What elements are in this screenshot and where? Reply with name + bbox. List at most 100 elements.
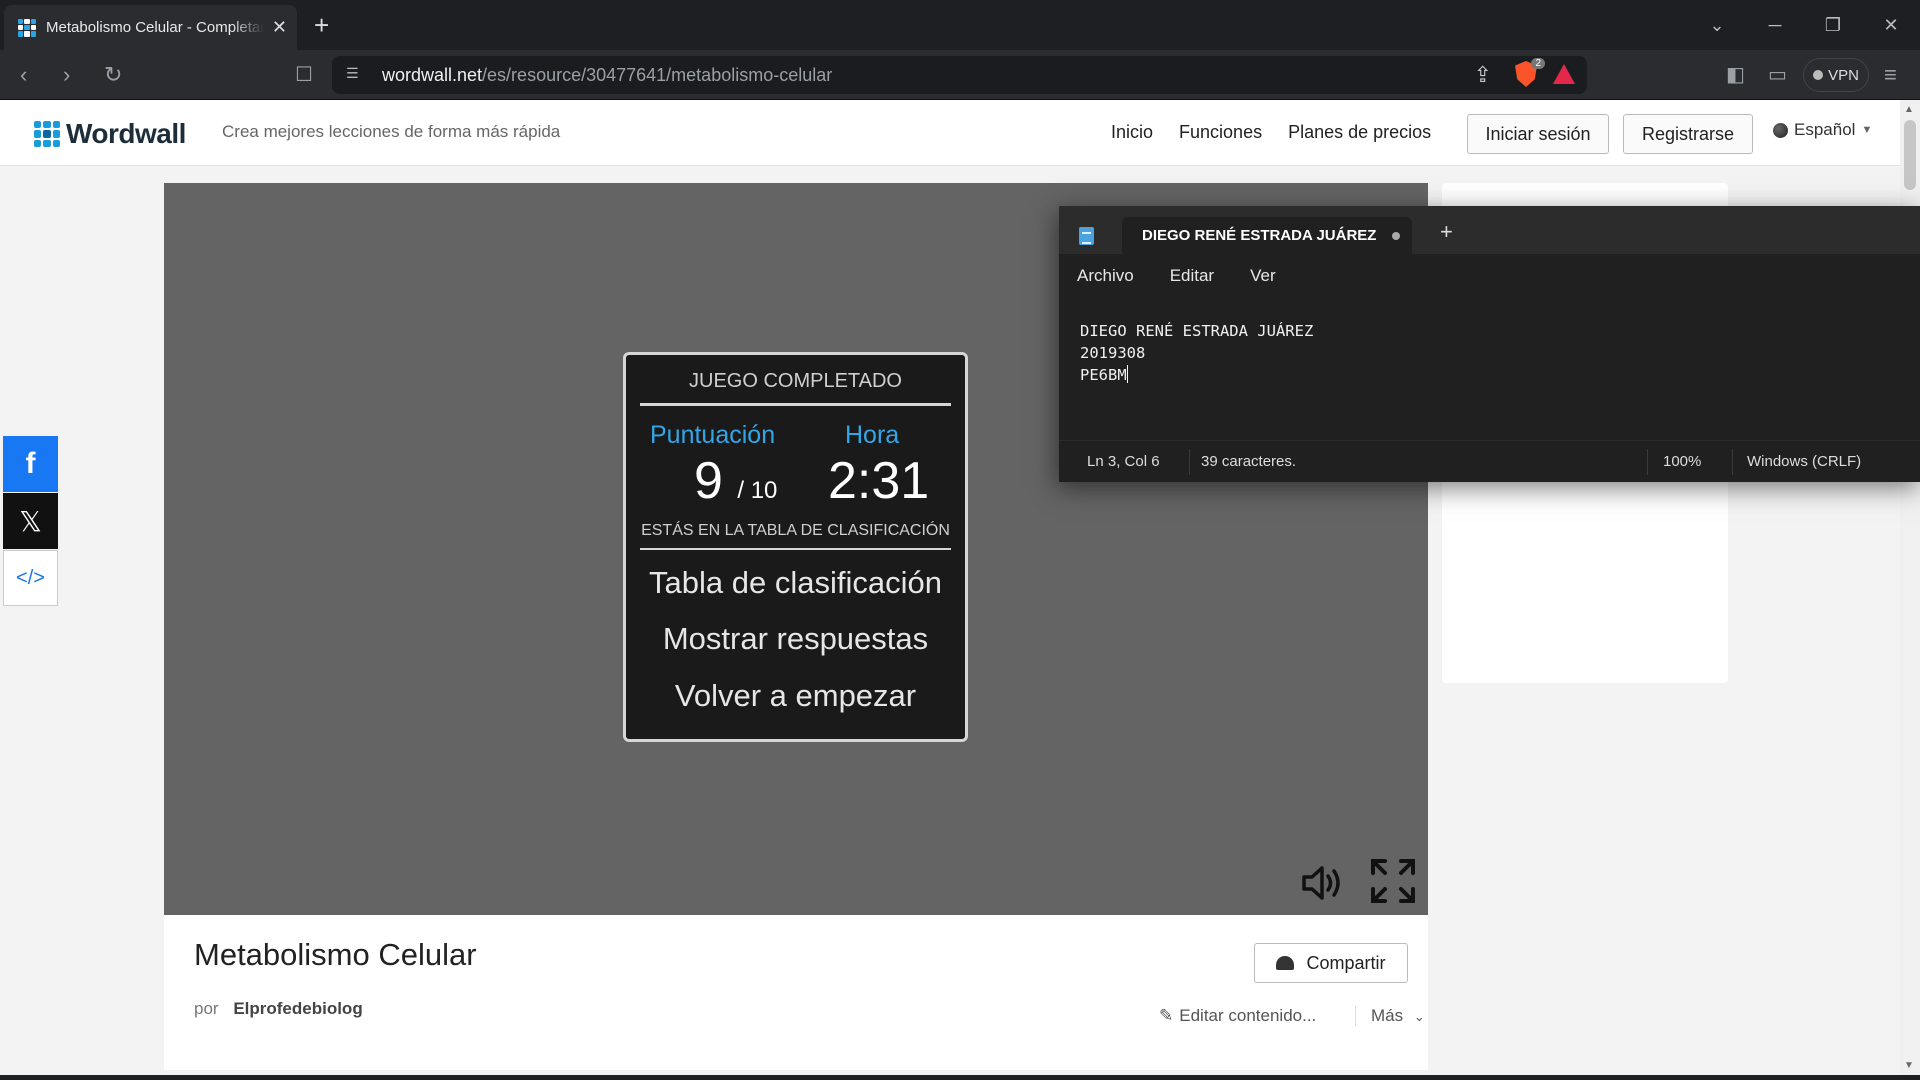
- url-path: /es/resource/30477641/metabolismo-celula…: [482, 64, 833, 85]
- text-line: DIEGO RENÉ ESTRADA JUÁREZ: [1080, 322, 1314, 340]
- login-button[interactable]: Iniciar sesión: [1467, 114, 1609, 154]
- notepad-menu-bar: Archivo Editar Ver: [1077, 266, 1276, 286]
- activity-info-card: Metabolismo Celular por Elprofedebiolog …: [164, 915, 1428, 1070]
- site-info-icon[interactable]: ☰: [346, 65, 366, 85]
- pencil-icon: ✎: [1159, 1006, 1174, 1025]
- unsaved-dot-icon[interactable]: [1392, 232, 1400, 240]
- facebook-icon: f: [25, 447, 36, 480]
- brave-rewards-icon[interactable]: [1553, 64, 1575, 84]
- text-caret: [1126, 365, 1128, 383]
- score-number: 9: [694, 452, 723, 510]
- notepad-tab[interactable]: DIEGO RENÉ ESTRADA JUÁREZ: [1122, 217, 1412, 254]
- notepad-window: DIEGO RENÉ ESTRADA JUÁREZ + Archivo Edit…: [1059, 206, 1920, 482]
- scroll-up-icon[interactable]: ▲: [1904, 104, 1914, 115]
- edit-label: Editar contenido...: [1179, 1006, 1317, 1025]
- score-label: Puntuación: [650, 421, 776, 449]
- restore-icon[interactable]: ❐: [1804, 15, 1862, 36]
- share-label: Compartir: [1306, 952, 1386, 973]
- back-icon[interactable]: ‹: [20, 62, 27, 88]
- menu-archivo[interactable]: Archivo: [1077, 266, 1134, 286]
- browser-toolbar: ‹ › ↻ ☐ ☰ wordwall.net /es/resource/3047…: [0, 50, 1920, 100]
- vpn-status-icon: [1813, 70, 1824, 80]
- time-label: Hora: [845, 421, 900, 449]
- status-line-ending[interactable]: Windows (CRLF): [1747, 453, 1861, 470]
- more-menu[interactable]: Más ⌄: [1355, 1006, 1425, 1026]
- x-share-button[interactable]: 𝕏: [3, 493, 58, 549]
- window-controls: ⌄ ─ ❐ ✕: [1688, 0, 1920, 50]
- wordwall-favicon-icon: [18, 18, 36, 37]
- nav-inicio[interactable]: Inicio: [1111, 122, 1153, 143]
- close-window-icon[interactable]: ✕: [1862, 15, 1920, 36]
- text-line-content: PE6BM: [1080, 366, 1127, 384]
- notepad-status-bar: Ln 3, Col 6 39 caracteres. 100% Windows …: [1059, 440, 1920, 482]
- menu-icon[interactable]: ≡: [1884, 62, 1897, 88]
- embed-icon: </>: [16, 566, 45, 589]
- vpn-button[interactable]: VPN: [1803, 58, 1869, 92]
- x-icon: 𝕏: [19, 505, 42, 537]
- reload-icon[interactable]: ↻: [104, 62, 122, 88]
- language-label: Español: [1794, 120, 1856, 139]
- status-zoom[interactable]: 100%: [1663, 453, 1701, 470]
- status-separator: [1647, 449, 1648, 475]
- author-line: por Elprofedebiolog: [194, 999, 363, 1019]
- result-title: JUEGO COMPLETADO: [689, 370, 902, 392]
- language-selector[interactable]: Español ▼: [1773, 120, 1872, 140]
- show-answers-button[interactable]: Mostrar respuestas: [626, 621, 965, 657]
- chevron-down-icon: ⌄: [1413, 1009, 1425, 1024]
- fullscreen-icon[interactable]: [1370, 858, 1416, 904]
- globe-icon: [1773, 122, 1788, 138]
- nav-planes[interactable]: Planes de precios: [1288, 122, 1431, 143]
- scrollbar-thumb[interactable]: [1904, 120, 1916, 190]
- status-separator: [1732, 449, 1733, 475]
- vpn-label: VPN: [1828, 66, 1859, 84]
- restart-button[interactable]: Volver a empezar: [626, 678, 965, 714]
- notepad-text-area[interactable]: DIEGO RENÉ ESTRADA JUÁREZ 2019308 PE6BM: [1080, 320, 1313, 386]
- menu-editar[interactable]: Editar: [1170, 266, 1214, 286]
- shield-count-badge: 2: [1531, 58, 1545, 69]
- menu-ver[interactable]: Ver: [1250, 266, 1276, 286]
- forward-icon[interactable]: ›: [63, 62, 70, 88]
- minimize-icon[interactable]: ─: [1746, 15, 1804, 36]
- facebook-share-button[interactable]: f: [3, 436, 58, 492]
- register-button[interactable]: Registrarse: [1623, 114, 1753, 154]
- more-label: Más: [1371, 1006, 1404, 1025]
- embed-button[interactable]: </>: [3, 550, 58, 606]
- wallet-icon[interactable]: ▭: [1768, 62, 1787, 88]
- edit-content-link[interactable]: ✎ Editar contenido...: [1159, 1006, 1316, 1026]
- wordwall-logo-icon: [34, 121, 60, 147]
- author-link[interactable]: Elprofedebiolog: [233, 999, 362, 1018]
- url-host: wordwall.net: [382, 64, 483, 85]
- tagline: Crea mejores lecciones de forma más rápi…: [222, 122, 561, 141]
- notepad-app-icon: [1079, 227, 1094, 245]
- bookmark-icon[interactable]: ☐: [295, 62, 313, 88]
- share-page-icon[interactable]: ⇪: [1474, 62, 1492, 88]
- nav-funciones[interactable]: Funciones: [1179, 122, 1262, 143]
- close-tab-icon[interactable]: ✕: [272, 17, 287, 38]
- scroll-down-icon[interactable]: ▼: [1904, 1060, 1914, 1071]
- caret-down-icon: ▼: [1861, 124, 1873, 136]
- notepad-tab-title: DIEGO RENÉ ESTRADA JUÁREZ: [1142, 227, 1377, 244]
- status-separator: [1189, 449, 1190, 475]
- social-share-bar: f 𝕏 </>: [3, 436, 58, 607]
- site-header: Wordwall Crea mejores lecciones de forma…: [0, 100, 1900, 166]
- browser-tab-active[interactable]: Metabolismo Celular - Completar ✕: [4, 5, 297, 50]
- sound-icon[interactable]: [1300, 863, 1346, 903]
- tab-search-chevron-icon[interactable]: ⌄: [1688, 15, 1746, 36]
- by-label: por: [194, 999, 219, 1018]
- logo-text: Wordwall: [66, 118, 186, 149]
- address-bar[interactable]: ☰ wordwall.net /es/resource/30477641/met…: [332, 56, 1587, 94]
- time-value: 2:31: [828, 452, 930, 510]
- notepad-new-tab-icon[interactable]: +: [1440, 219, 1453, 245]
- activity-title: Metabolismo Celular: [194, 937, 477, 972]
- user-icon: [1276, 956, 1295, 970]
- leaderboard-note: ESTÁS EN LA TABLA DE CLASIFICACIÓN: [641, 522, 950, 539]
- divider: [640, 548, 951, 550]
- tab-title: Metabolismo Celular - Completar: [46, 19, 264, 36]
- main-nav: Inicio Funciones Planes de precios: [1111, 122, 1431, 143]
- share-button[interactable]: Compartir: [1254, 943, 1408, 983]
- new-tab-icon[interactable]: +: [314, 10, 329, 41]
- status-char-count: 39 caracteres.: [1201, 453, 1297, 470]
- sidebar-icon[interactable]: ◧: [1726, 62, 1745, 88]
- wordwall-logo[interactable]: Wordwall: [34, 118, 186, 150]
- leaderboard-button[interactable]: Tabla de clasificación: [626, 565, 965, 601]
